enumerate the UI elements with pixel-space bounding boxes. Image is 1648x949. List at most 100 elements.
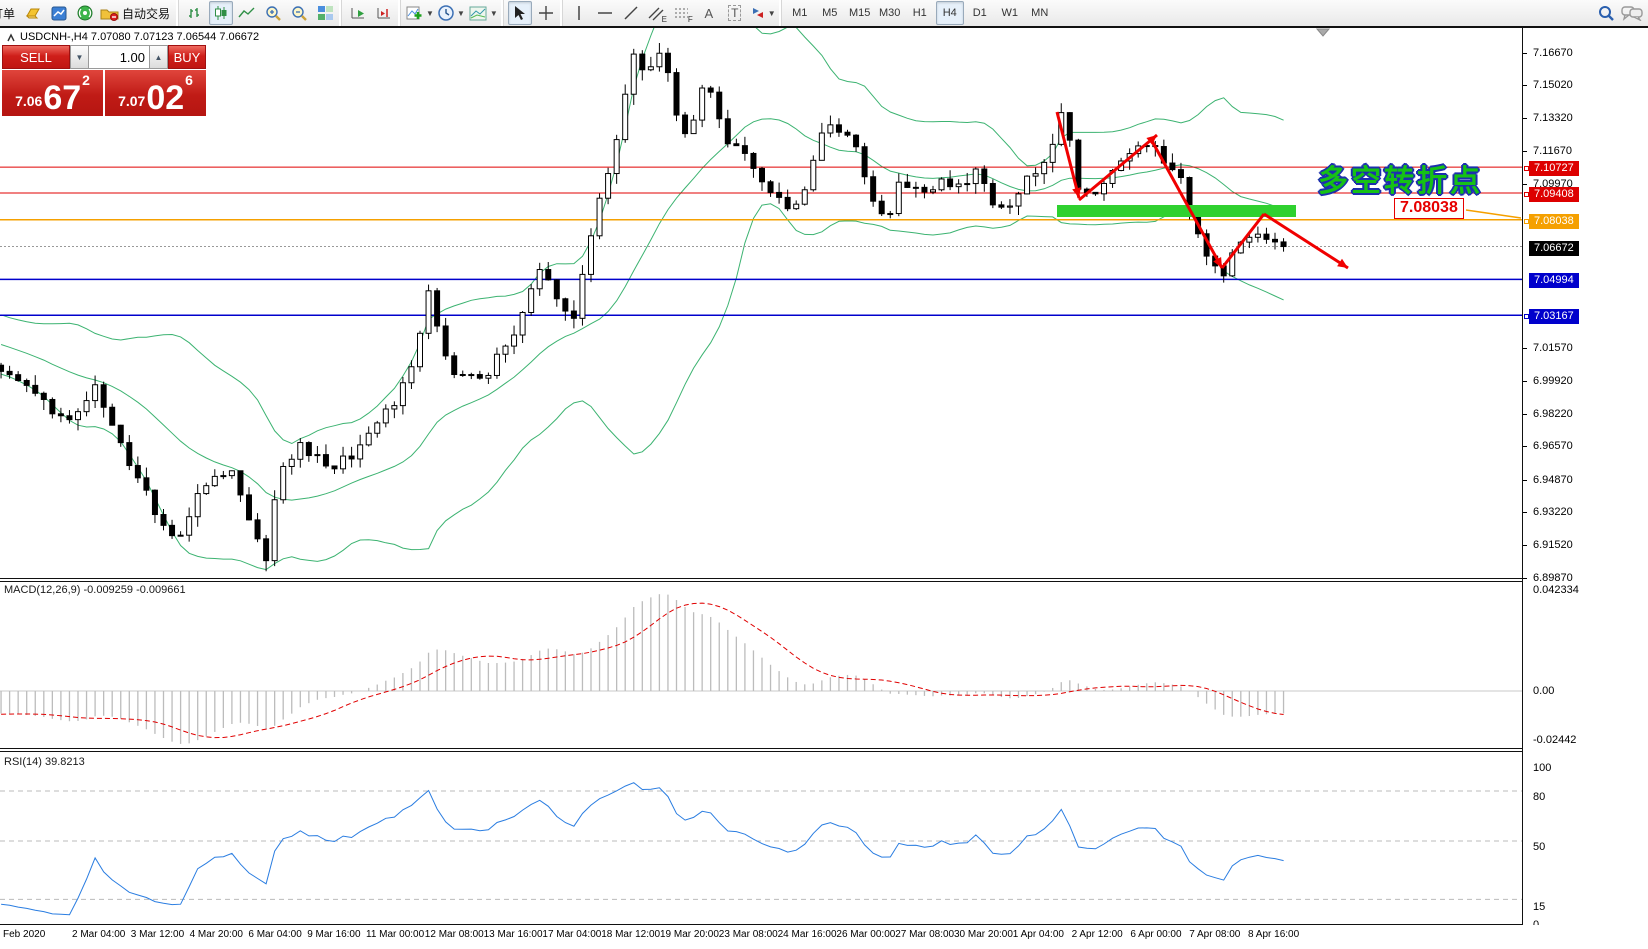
axis-tick-mark: [1523, 85, 1527, 86]
text-tool[interactable]: A: [697, 1, 721, 25]
buy-price-box[interactable]: 7.07 02 6: [105, 70, 206, 116]
buy-price-sup: 6: [185, 72, 193, 88]
level-drag-handle[interactable]: [1524, 166, 1529, 171]
time-axis-label: 12 Mar 08:00: [425, 929, 484, 940]
new-order-label: 订单: [0, 5, 15, 22]
timeframe-w1[interactable]: W1: [996, 1, 1024, 25]
periods-icon[interactable]: ▼: [437, 1, 466, 25]
axis-tick-label: 6.91520: [1533, 539, 1573, 551]
autotrading-label: 自动交易: [122, 5, 170, 22]
fibonacci-tool[interactable]: F: [671, 1, 695, 25]
panel-separator[interactable]: [0, 581, 1648, 582]
time-axis-label: 3 Mar 12:00: [131, 929, 184, 940]
channel-tool[interactable]: E: [645, 1, 669, 25]
timeframe-mn[interactable]: MN: [1026, 1, 1054, 25]
chevron-down-icon: ▼: [457, 9, 465, 18]
axis-tick-label: 6.94870: [1533, 474, 1573, 486]
rsi-axis-label: 100: [1533, 762, 1551, 774]
sell-price-box[interactable]: 7.06 67 2: [2, 70, 103, 116]
time-axis-label: 24 Mar 16:00: [778, 929, 837, 940]
chart-shift-icon[interactable]: [372, 1, 396, 25]
fibo-sub-label: F: [688, 15, 693, 24]
level-drag-handle[interactable]: [1524, 219, 1529, 224]
time-axis-label: 30 Mar 20:00: [954, 929, 1013, 940]
candlestick-chart-icon[interactable]: [209, 1, 233, 25]
panel-separator[interactable]: [0, 751, 1648, 752]
axis-tick-mark: [1523, 414, 1527, 415]
panel-separator[interactable]: [0, 578, 1648, 579]
macd-axis-label: -0.02442: [1533, 734, 1576, 746]
level-drag-handle[interactable]: [1524, 192, 1529, 197]
timeframe-m30[interactable]: M30: [876, 1, 904, 25]
price-callout-label: 7.08038: [1394, 198, 1464, 219]
axis-tick-label: 7.16670: [1533, 47, 1573, 59]
timeframe-m1[interactable]: M1: [786, 1, 814, 25]
symbol-ohlc-text: USDCNH-,H4 7.07080 7.07123 7.06544 7.066…: [20, 31, 259, 43]
crosshair-tool[interactable]: [534, 1, 558, 25]
arrows-tool[interactable]: ▼: [749, 1, 777, 25]
templates-icon[interactable]: ▼: [468, 1, 499, 25]
macd-axis-label: 0.042334: [1533, 584, 1579, 596]
new-order-button[interactable]: 订单: [0, 1, 19, 25]
cursor-tool[interactable]: [508, 1, 532, 25]
bar-chart-icon[interactable]: [183, 1, 207, 25]
time-axis-label: 17 Mar 04:00: [542, 929, 601, 940]
time-axis-label: 26 Mar 00:00: [836, 929, 895, 940]
timeframe-h1[interactable]: H1: [906, 1, 934, 25]
chat-icon[interactable]: [1620, 1, 1644, 25]
volume-decrease-button[interactable]: ▼: [70, 45, 89, 69]
trendline-tool[interactable]: [619, 1, 643, 25]
vertical-line-tool[interactable]: [567, 1, 591, 25]
zoom-out-icon[interactable]: [287, 1, 311, 25]
timeframe-h4[interactable]: H4: [936, 1, 964, 25]
symbol-ohlc-bar: USDCNH-,H4 7.07080 7.07123 7.06544 7.066…: [6, 31, 259, 43]
indicators-icon[interactable]: ▼: [405, 1, 435, 25]
tile-windows-icon[interactable]: [313, 1, 337, 25]
zoom-in-icon[interactable]: [261, 1, 285, 25]
search-icon[interactable]: [1594, 1, 1618, 25]
reports-icon[interactable]: [47, 1, 71, 25]
level-drag-handle[interactable]: [1524, 314, 1529, 319]
axis-tick-label: 6.98220: [1533, 408, 1573, 420]
time-axis-label: 27 Mar 08:00: [895, 929, 954, 940]
horizontal-line-tool[interactable]: [593, 1, 617, 25]
macd-name: MACD(12,26,9): [4, 584, 80, 596]
text-tool-label: A: [704, 6, 713, 21]
buy-button[interactable]: BUY: [168, 45, 206, 69]
text-label-tool[interactable]: T: [723, 1, 747, 25]
time-axis[interactable]: Feb 20202 Mar 04:003 Mar 12:004 Mar 20:0…: [0, 925, 1648, 949]
timeframe-m5[interactable]: M5: [816, 1, 844, 25]
line-chart-icon[interactable]: [235, 1, 259, 25]
price-level-badge: 7.03167: [1529, 309, 1579, 324]
price-axis[interactable]: 7.166707.150207.133207.116707.099707.015…: [1522, 28, 1648, 949]
axis-tick-mark: [1523, 118, 1527, 119]
volume-increase-button[interactable]: ▲: [149, 45, 168, 69]
axis-tick-mark: [1523, 446, 1527, 447]
axis-tick-label: 6.96570: [1533, 440, 1573, 452]
auto-scroll-icon[interactable]: [346, 1, 370, 25]
panel-separator[interactable]: [0, 748, 1648, 749]
price-chart[interactable]: [0, 28, 1522, 925]
timeframe-d1[interactable]: D1: [966, 1, 994, 25]
axis-tick-mark: [1523, 184, 1527, 185]
volume-input[interactable]: [89, 45, 149, 69]
deposit-icon[interactable]: [21, 1, 45, 25]
rsi-axis-label: 15: [1533, 901, 1545, 913]
macd-value-main: -0.009259: [83, 584, 133, 596]
time-axis-label: 4 Mar 20:00: [190, 929, 243, 940]
rsi-axis-label: 80: [1533, 791, 1545, 803]
signals-icon[interactable]: [73, 1, 97, 25]
rsi-value: 39.8213: [45, 756, 85, 768]
sell-price-sup: 2: [82, 72, 90, 88]
sell-button[interactable]: SELL: [2, 45, 70, 69]
time-axis-label: 23 Mar 08:00: [719, 929, 778, 940]
chevron-down-icon: ▼: [426, 9, 434, 18]
axis-tick-label: 7.11670: [1533, 145, 1572, 157]
time-axis-label: 6 Mar 04:00: [248, 929, 301, 940]
autotrading-button[interactable]: 自动交易: [99, 1, 174, 25]
time-axis-label: 11 Mar 00:00: [366, 929, 424, 940]
price-level-badge: 7.09408: [1529, 187, 1579, 202]
timeframe-m15[interactable]: M15: [846, 1, 874, 25]
chart-mini-icon: [6, 32, 16, 42]
sell-price-big: 67: [43, 83, 81, 113]
